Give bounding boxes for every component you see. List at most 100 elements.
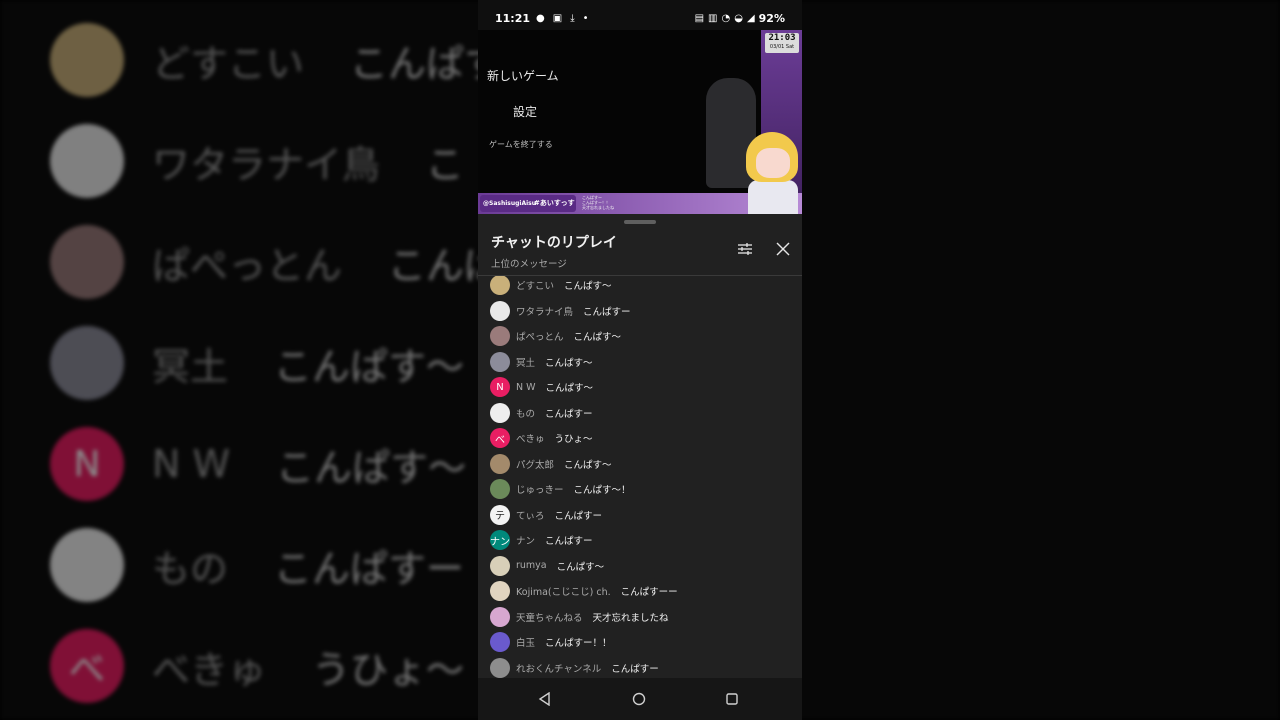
chat-message-row[interactable]: 冥土 こんぱす〜 — [490, 351, 593, 373]
author-name[interactable]: れおくんチャンネル — [516, 661, 601, 675]
author-name[interactable]: ナン — [516, 533, 535, 547]
chat-replay-panel: チャットのリプレイ 上位のメッセージ どすこい こんぱす〜ワタラナイ鳥 こんぱす… — [478, 214, 802, 678]
background-message-text: こんぱす〜 — [274, 344, 465, 389]
avatar[interactable] — [490, 632, 510, 652]
chat-message-row[interactable]: 天童ちゃんねる 天才忘れましたね — [490, 606, 669, 628]
background-message-text: うひょ〜 — [312, 647, 465, 692]
message-text: こんぱすー — [611, 663, 659, 675]
navigation-bar — [478, 678, 802, 720]
game-menu-new-game: 新しいゲーム — [487, 69, 559, 83]
avatar[interactable] — [490, 402, 510, 423]
avatar[interactable] — [490, 581, 510, 601]
status-time: 11:21 — [495, 11, 531, 25]
dot-icon: • — [582, 12, 589, 24]
chat-message-row[interactable]: じゅっきー こんぱす〜！ — [490, 478, 631, 500]
vtuber-avatar — [740, 128, 802, 214]
chat-message-row[interactable]: もの こんぱすー — [490, 402, 593, 424]
vtuber-body — [748, 180, 798, 214]
background-chat-row: 冥土 こんぱす〜 — [50, 325, 464, 401]
background-avatar — [50, 225, 124, 299]
message-text: こんぱすー — [554, 510, 603, 522]
avatar[interactable] — [490, 555, 510, 576]
author-name[interactable]: N W — [516, 382, 536, 393]
message-text: こんぱす〜 — [545, 357, 593, 369]
cast-icon: ▥ — [708, 12, 718, 24]
back-icon — [538, 692, 550, 706]
background-chat-row: もの こんぱすー — [50, 527, 464, 603]
chat-message-row[interactable]: N N W こんぱす〜 — [490, 376, 593, 398]
panel-subtitle-dropdown[interactable]: 上位のメッセージ — [491, 256, 567, 270]
author-name[interactable]: 白玉 — [516, 635, 535, 649]
message-text: 天才忘れましたね — [592, 612, 669, 624]
avatar[interactable]: ナン — [490, 530, 510, 550]
filter-settings-button[interactable] — [734, 238, 756, 260]
mini-chat-line: 天才忘れましたね — [582, 205, 614, 210]
avatar[interactable] — [490, 326, 510, 346]
avatar[interactable] — [490, 453, 510, 474]
avatar[interactable] — [490, 657, 510, 678]
avatar[interactable]: べ — [490, 428, 510, 448]
phone-screen: 11:21 ● ▣ ⤓ • ▤ ▥ ◔ ◒ ◢ 92% 新しいゲーム 設定 ゲー… — [478, 0, 802, 720]
chat-message-row[interactable]: テてぃろ こんぱすー — [490, 504, 602, 526]
author-name[interactable]: どすこい — [516, 278, 554, 292]
chat-message-row[interactable]: ぱぺっとん こんぱす〜 — [490, 325, 621, 347]
background-author-name: どすこい — [152, 41, 305, 86]
download-icon: ⤓ — [570, 12, 575, 24]
avatar[interactable]: N — [490, 377, 510, 397]
recents-icon — [726, 693, 738, 705]
chat-message-row[interactable]: rumya こんぱす〜 — [490, 555, 604, 577]
background-chat-row: べべきゅ うひょ〜 — [50, 628, 464, 704]
author-name[interactable]: Kojima(こじこじ) ch. — [516, 584, 611, 598]
chat-message-row[interactable]: どすこい こんぱす〜 — [490, 276, 612, 296]
chat-message-row[interactable]: べべきゅ うひょ〜 — [490, 427, 593, 449]
chat-message-row[interactable]: ナン ナン こんぱすー — [490, 529, 593, 551]
chat-message-row[interactable]: れおくんチャンネル こんぱすー — [490, 657, 659, 679]
game-menu-quit: ゲームを終了する — [489, 140, 553, 149]
status-left-icons: ● ▣ ⤓ • — [536, 13, 589, 24]
chat-message-row[interactable]: 白玉 こんぱすー！！ — [490, 631, 612, 653]
author-name[interactable]: ぱぺっとん — [516, 329, 564, 343]
chat-bubble-icon: ● — [536, 12, 545, 24]
avatar[interactable] — [490, 351, 510, 372]
message-text: こんぱす〜 — [564, 281, 612, 292]
nav-home-button[interactable] — [631, 691, 647, 707]
background-author-name: もの — [152, 546, 229, 591]
author-name[interactable]: じゅっきー — [516, 482, 564, 496]
avatar[interactable] — [490, 300, 510, 321]
background-avatar — [50, 23, 124, 97]
drag-handle[interactable] — [624, 220, 656, 224]
author-name[interactable]: 天童ちゃんねる — [516, 610, 583, 624]
image-icon: ▣ — [552, 12, 563, 24]
author-name[interactable]: パグ太郎 — [516, 457, 554, 471]
author-name[interactable]: ワタラナイ鳥 — [516, 304, 573, 318]
chat-message-list[interactable]: どすこい こんぱす〜 ワタラナイ鳥 こんぱすー ぱぺっとん こんぱす〜 冥土 こんぱす〜 N N … — [478, 276, 802, 678]
message-text: こんぱす〜 — [556, 561, 605, 573]
nav-recents-button[interactable] — [724, 691, 740, 707]
chat-message-row[interactable]: Kojima(こじこじ) ch. こんぱすーー — [490, 580, 678, 602]
video-player[interactable]: 新しいゲーム 設定 ゲームを終了する 21:03 03/01 Sat @Sash… — [478, 30, 802, 214]
avatar[interactable] — [490, 606, 510, 627]
avatar[interactable] — [490, 479, 510, 499]
nav-back-button[interactable] — [537, 691, 553, 707]
background-message-text: こんぱすー — [274, 546, 465, 591]
background-author-name: ぱぺっとん — [152, 243, 343, 288]
author-name[interactable]: てぃろ — [516, 508, 545, 522]
author-name[interactable]: もの — [516, 406, 535, 420]
avatar[interactable] — [490, 276, 510, 295]
close-icon — [776, 242, 790, 256]
stream-clock: 21:03 03/01 Sat — [765, 33, 799, 53]
close-button[interactable] — [772, 238, 794, 260]
background-chat-row: N N W こんぱす〜 — [50, 426, 466, 502]
author-name[interactable]: べきゅ — [516, 431, 545, 445]
stream-clock-time: 21:03 — [768, 33, 796, 43]
avatar[interactable]: テ — [490, 504, 510, 525]
background-avatar — [50, 528, 124, 602]
status-right-icons: ▤ ▥ ◔ ◒ ◢ 92% — [695, 12, 785, 25]
author-name[interactable]: 冥土 — [516, 355, 535, 369]
chat-message-row[interactable]: ワタラナイ鳥 こんぱすー — [490, 300, 631, 322]
chat-message-row[interactable]: パグ太郎 こんぱす〜 — [490, 453, 612, 475]
nfc-icon: ▤ — [694, 12, 705, 24]
author-name[interactable]: rumya — [516, 560, 547, 571]
home-icon — [632, 692, 646, 706]
game-menu-settings: 設定 — [513, 105, 538, 119]
